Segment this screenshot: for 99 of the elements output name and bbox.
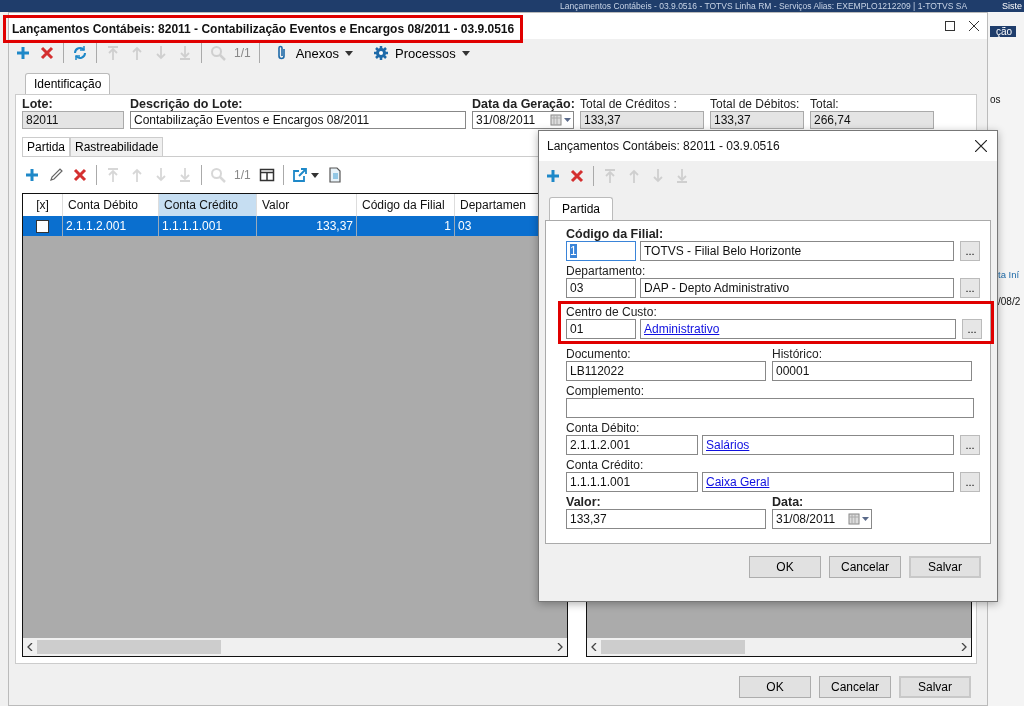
record-counter: 1/1 [234, 168, 251, 182]
background-text: os [990, 94, 1001, 105]
link[interactable]: Administrativo [644, 322, 720, 336]
field-label: Data: [772, 495, 804, 509]
input-field[interactable]: Administrativo [640, 319, 956, 339]
scroll-left-icon[interactable] [591, 643, 597, 651]
record-counter: 1/1 [234, 46, 251, 60]
field-label: Conta Débito: [566, 421, 641, 435]
checkbox[interactable] [36, 219, 49, 233]
field-label: Código da Filial: [566, 227, 665, 241]
field-label: Data da Geração: [472, 97, 574, 111]
lookup-button[interactable]: ... [960, 472, 980, 492]
field-label: Total de Débitos: [710, 97, 801, 111]
caret-icon [461, 50, 470, 56]
scroll-right-icon[interactable] [557, 643, 563, 651]
document-icon[interactable] [326, 167, 343, 183]
field-label: Centro de Custo: [566, 305, 658, 319]
scrollbar[interactable] [23, 638, 567, 656]
gear-icon[interactable] [373, 45, 390, 61]
field-label: Complemento: [566, 384, 646, 398]
input-field[interactable]: 2.1.1.2.001 [566, 435, 698, 455]
caret-icon [345, 50, 354, 56]
background-text: ção [990, 26, 1017, 37]
plus-icon[interactable] [24, 167, 40, 183]
toolbar-menu-button[interactable]: Processos [367, 45, 476, 61]
background-text: ta Iní [998, 269, 1020, 280]
input-field[interactable]: 00001 [772, 361, 972, 381]
lookup-button[interactable]: ... [962, 319, 982, 339]
input-field[interactable]: 1.1.1.1.001 [566, 472, 698, 492]
dialog-button[interactable]: OK [739, 676, 811, 698]
delete-icon[interactable] [39, 45, 55, 61]
input-field[interactable]: 82011 [22, 111, 124, 129]
dialog-button[interactable]: Salvar [899, 676, 971, 698]
field-label: Documento: [566, 347, 631, 361]
caret-icon[interactable] [310, 172, 319, 178]
input-field[interactable]: 1 [566, 241, 636, 261]
table-cell: 1 [357, 216, 455, 236]
dialog-title: Lançamentos Contábeis: 82011 - 03.9.0516 [547, 139, 780, 153]
menu-label[interactable]: Siste [1002, 1, 1022, 11]
input-field[interactable]: LB112022 [566, 361, 766, 381]
input-field[interactable]: Contabilização Eventos e Encargos 08/2011 [130, 111, 466, 129]
dialog-button[interactable]: Salvar [909, 556, 981, 578]
close-icon[interactable] [975, 140, 987, 152]
background-text: /08/2 [998, 296, 1021, 307]
field-label: Histórico: [772, 347, 822, 361]
dialog-button[interactable]: Cancelar [829, 556, 901, 578]
date-field[interactable]: 31/08/2011 [772, 509, 872, 529]
window-title: Lançamentos Contábeis: 82011 - Contabilização Eventos e Encargos 08/2011 - 03.9.0516 [12, 22, 515, 36]
field-label: Valor: [566, 495, 601, 509]
maximize-icon[interactable] [945, 21, 955, 31]
calendar-icon[interactable] [847, 512, 871, 526]
tab[interactable]: Identificação [25, 73, 111, 94]
date-field[interactable]: 31/08/2011 [472, 111, 574, 129]
input-field[interactable]: 133,37 [580, 111, 704, 129]
app-title: Lançamentos Contábeis - 03.9.0516 - TOTVS Linha RM - Serviços Alias: EXEMPLO1212209 | 1-TOTVS SA [560, 1, 968, 11]
input-field[interactable]: 133,37 [710, 111, 804, 129]
scroll-right-icon[interactable] [961, 643, 967, 651]
table-cell: 2.1.1.2.001 [63, 216, 159, 236]
tab[interactable]: Partida [549, 197, 614, 220]
columns-icon[interactable] [258, 167, 275, 183]
field-label: Total de Créditos : [580, 97, 678, 111]
table-cell: 133,37 [257, 216, 357, 236]
calendar-icon[interactable] [549, 113, 573, 127]
lookup-button[interactable]: ... [960, 435, 980, 455]
input-field[interactable] [566, 398, 974, 418]
column-header[interactable]: Conta Crédito [159, 194, 257, 216]
dialog-button[interactable]: OK [749, 556, 821, 578]
pencil-icon[interactable] [48, 167, 64, 183]
delete-icon[interactable] [72, 167, 88, 183]
toolbar-menu-button[interactable]: Anexos [267, 45, 360, 61]
input-field[interactable]: 03 [566, 278, 636, 298]
field-label: Lote: [22, 97, 54, 111]
close-icon[interactable] [969, 21, 979, 31]
delete-icon[interactable] [569, 168, 585, 184]
export-icon[interactable] [291, 167, 308, 183]
tab[interactable]: Partida [22, 137, 71, 156]
field-label: Departamento: [566, 264, 647, 278]
lookup-button[interactable]: ... [960, 278, 980, 298]
input-field[interactable]: Caixa Geral [702, 472, 954, 492]
link[interactable]: Salários [706, 438, 750, 452]
input-field[interactable]: Salários [702, 435, 954, 455]
tab[interactable]: Rastreabilidade [70, 137, 164, 156]
input-field[interactable]: 266,74 [810, 111, 934, 129]
field-label: Total: [810, 97, 840, 111]
lookup-button[interactable]: ... [960, 241, 980, 261]
input-field[interactable]: 01 [566, 319, 636, 339]
plus-icon[interactable] [545, 168, 561, 184]
link[interactable]: Caixa Geral [706, 475, 770, 489]
table-cell: 1.1.1.1.001 [159, 216, 257, 236]
input-field[interactable]: DAP - Depto Administrativo [640, 278, 954, 298]
field-label: Conta Crédito: [566, 458, 645, 472]
dialog-button[interactable]: Cancelar [819, 676, 891, 698]
scroll-left-icon[interactable] [27, 643, 33, 651]
scrollbar[interactable] [587, 638, 971, 656]
field-label: Descrição do Lote: [130, 97, 244, 111]
plus-icon[interactable] [15, 45, 31, 61]
input-field[interactable]: TOTVS - Filial Belo Horizonte [640, 241, 954, 261]
input-field[interactable]: 133,37 [566, 509, 766, 529]
refresh-icon[interactable] [72, 45, 88, 61]
